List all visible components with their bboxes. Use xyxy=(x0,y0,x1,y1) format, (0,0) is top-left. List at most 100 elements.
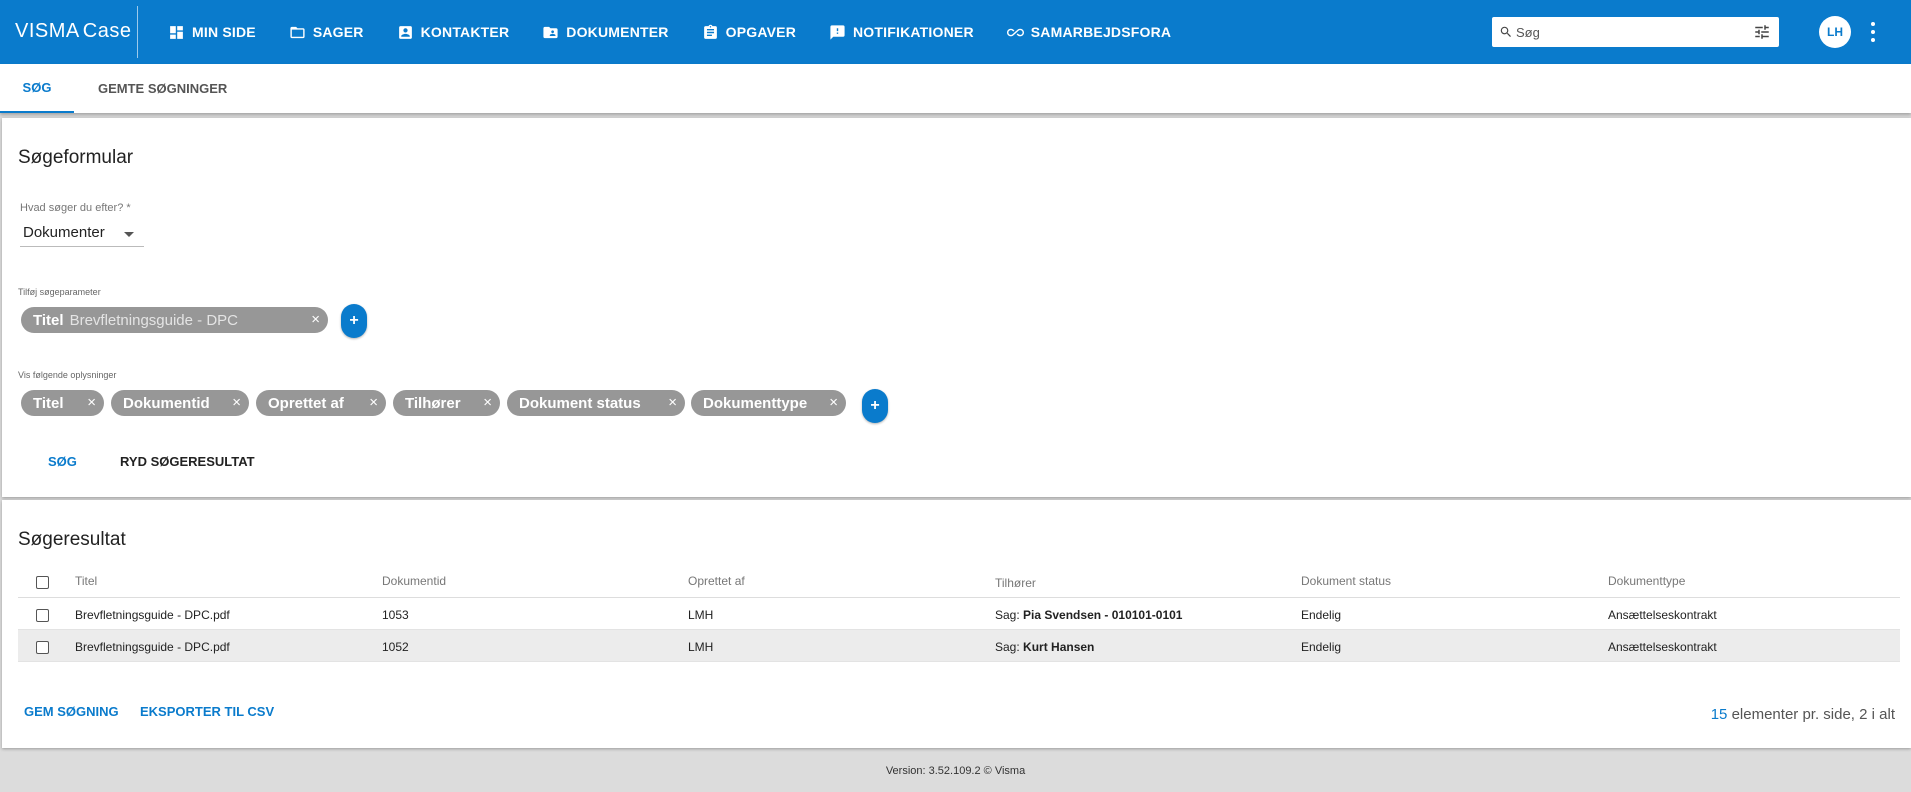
version-footer: Version: 3.52.109.2 © Visma xyxy=(885,765,1026,777)
cell-oprettet-af: LMH xyxy=(688,640,714,654)
table-row[interactable]: Brevfletningsguide - DPC.pdf 1052 LMH Sa… xyxy=(18,630,1900,662)
show-chip-dokumentid[interactable]: Dokumentid × xyxy=(111,390,249,416)
tab-saved-searches[interactable]: GEMTE SØGNINGER xyxy=(80,64,240,113)
show-chip-tilhoerer[interactable]: Tilhører × xyxy=(393,390,500,416)
search-form-card: Søgeformular Hvad søger du efter? * Doku… xyxy=(2,118,1911,497)
col-dokumenttype[interactable]: Dokumenttype xyxy=(1608,574,1685,588)
nav-label: OPGAVER xyxy=(725,24,796,40)
save-search-button[interactable]: GEM SØGNING xyxy=(24,704,119,719)
belongs-prefix: Sag: xyxy=(995,608,1020,622)
nav-min-side[interactable]: MIN SIDE xyxy=(168,0,256,64)
chip-label: Dokument status xyxy=(519,394,641,412)
filter-settings-icon[interactable] xyxy=(1753,23,1771,41)
nav-sager[interactable]: SAGER xyxy=(289,0,364,64)
remove-chip-icon[interactable]: × xyxy=(668,394,677,411)
show-chip-titel[interactable]: Titel × xyxy=(21,390,104,416)
nav-label: DOKUMENTER xyxy=(566,24,669,40)
cell-titel: Brevfletningsguide - DPC.pdf xyxy=(75,640,230,654)
tab-search[interactable]: SØG xyxy=(0,64,74,113)
search-for-value: Dokumenter xyxy=(23,224,105,241)
add-param-button[interactable]: + xyxy=(341,304,367,338)
search-input[interactable] xyxy=(1516,21,1736,43)
tab-bar: SØG GEMTE SØGNINGER xyxy=(0,64,1911,113)
contact-card-icon xyxy=(398,25,412,39)
chip-label: Oprettet af xyxy=(268,394,344,412)
dropdown-caret-icon xyxy=(124,232,134,237)
show-fields-label: Vis følgende oplysninger xyxy=(18,370,117,380)
param-key: Titel xyxy=(33,311,64,329)
nav-kontakter[interactable]: KONTAKTER xyxy=(397,0,510,64)
row-checkbox[interactable] xyxy=(36,609,49,622)
pagination-info: 15 elementer pr. side, 2 i alt xyxy=(1711,706,1895,723)
nav-label: KONTAKTER xyxy=(420,24,510,40)
nav-samarbejdsfora[interactable]: SAMARBEJDSFORA xyxy=(1006,0,1171,64)
belongs-name: Pia Svendsen - 010101-0101 xyxy=(1023,608,1183,622)
search-icon xyxy=(1500,26,1511,37)
col-dokument-status[interactable]: Dokument status xyxy=(1301,574,1391,588)
nav-label: SAGER xyxy=(312,24,364,40)
remove-chip-icon[interactable]: × xyxy=(87,394,96,411)
col-tilhoerer[interactable]: Tilhører xyxy=(995,576,1036,590)
brand-primary: VISMA xyxy=(15,20,80,42)
nav-label: NOTIFIKATIONER xyxy=(853,24,974,40)
results-card: Søgeresultat Titel Dokumentid Oprettet a… xyxy=(2,500,1911,748)
show-chip-dokumenttype[interactable]: Dokumenttype × xyxy=(691,390,846,416)
pager-text: elementer pr. side, 2 i alt xyxy=(1727,706,1895,723)
top-app-bar: VISMA Case MIN SIDE SAGER KONTAKTER DOKU… xyxy=(0,0,1911,64)
col-dokumentid[interactable]: Dokumentid xyxy=(382,574,446,588)
chip-label: Dokumentid xyxy=(123,394,210,412)
cell-status: Endelig xyxy=(1301,608,1342,622)
chip-label: Dokumenttype xyxy=(703,394,808,412)
nav-dokumenter[interactable]: DOKUMENTER xyxy=(542,0,668,64)
add-field-button[interactable]: + xyxy=(862,389,888,423)
show-chip-dokument-status[interactable]: Dokument status × xyxy=(507,390,685,416)
nav-label: MIN SIDE xyxy=(192,24,256,40)
table-header: Titel Dokumentid Oprettet af Tilhører Do… xyxy=(18,563,1900,598)
table-row[interactable]: Brevfletningsguide - DPC.pdf 1053 LMH Sa… xyxy=(18,598,1900,630)
brand-divider xyxy=(137,6,138,58)
cell-tilhoerer[interactable]: Sag: Pia Svendsen - 010101-0101 xyxy=(995,608,1182,622)
col-oprettet-af[interactable]: Oprettet af xyxy=(688,574,745,588)
cell-oprettet-af: LMH xyxy=(688,608,714,622)
infinity-icon xyxy=(1006,28,1024,36)
dashboard-icon xyxy=(170,25,183,39)
remove-chip-icon[interactable]: × xyxy=(232,394,241,411)
global-search xyxy=(1492,17,1779,47)
search-for-select[interactable]: Dokumenter xyxy=(20,221,144,247)
params-label: Tilføj søgeparameter xyxy=(18,287,101,297)
search-button[interactable]: SØG xyxy=(48,454,77,469)
remove-chip-icon[interactable]: × xyxy=(483,394,492,411)
col-titel[interactable]: Titel xyxy=(75,574,97,588)
brand-secondary: Case xyxy=(82,20,132,42)
folder-icon xyxy=(290,26,305,38)
form-title: Søgeformular xyxy=(18,147,134,168)
cell-status: Endelig xyxy=(1301,640,1342,654)
clear-results-button[interactable]: RYD SØGERESULTAT xyxy=(120,454,255,469)
belongs-name: Kurt Hansen xyxy=(1023,640,1095,654)
more-menu-icon[interactable] xyxy=(1866,20,1880,44)
per-page-selector[interactable]: 15 xyxy=(1711,706,1728,723)
brand-logo[interactable]: VISMA Case xyxy=(15,20,131,43)
remove-chip-icon[interactable]: × xyxy=(829,394,838,411)
results-title: Søgeresultat xyxy=(18,529,126,550)
nav-notifikationer[interactable]: NOTIFIKATIONER xyxy=(829,0,974,64)
chip-label: Tilhører xyxy=(405,394,461,412)
cell-dokumentid: 1053 xyxy=(382,608,409,622)
export-csv-button[interactable]: EKSPORTER TIL CSV xyxy=(140,704,274,719)
user-avatar[interactable]: LH xyxy=(1819,16,1851,48)
row-checkbox[interactable] xyxy=(36,641,49,654)
cell-type: Ansættelseskontrakt xyxy=(1608,608,1717,622)
nav-opgaver[interactable]: OPGAVER xyxy=(702,0,796,64)
cell-tilhoerer[interactable]: Sag: Kurt Hansen xyxy=(995,640,1094,654)
cell-titel: Brevfletningsguide - DPC.pdf xyxy=(75,608,230,622)
shared-folder-icon xyxy=(543,26,558,38)
show-chip-oprettet-af[interactable]: Oprettet af × xyxy=(256,390,386,416)
select-all-checkbox[interactable] xyxy=(36,576,49,589)
search-for-label: Hvad søger du efter? * xyxy=(20,202,131,214)
main-nav: MIN SIDE SAGER KONTAKTER DOKUMENTER OPGA… xyxy=(168,0,1204,64)
remove-chip-icon[interactable]: × xyxy=(369,394,378,411)
param-value: Brevfletningsguide - DPC xyxy=(69,311,238,329)
remove-chip-icon[interactable]: × xyxy=(311,311,320,328)
clipboard-icon xyxy=(703,24,717,39)
param-chip-titel[interactable]: Titel Brevfletningsguide - DPC × xyxy=(21,307,328,333)
